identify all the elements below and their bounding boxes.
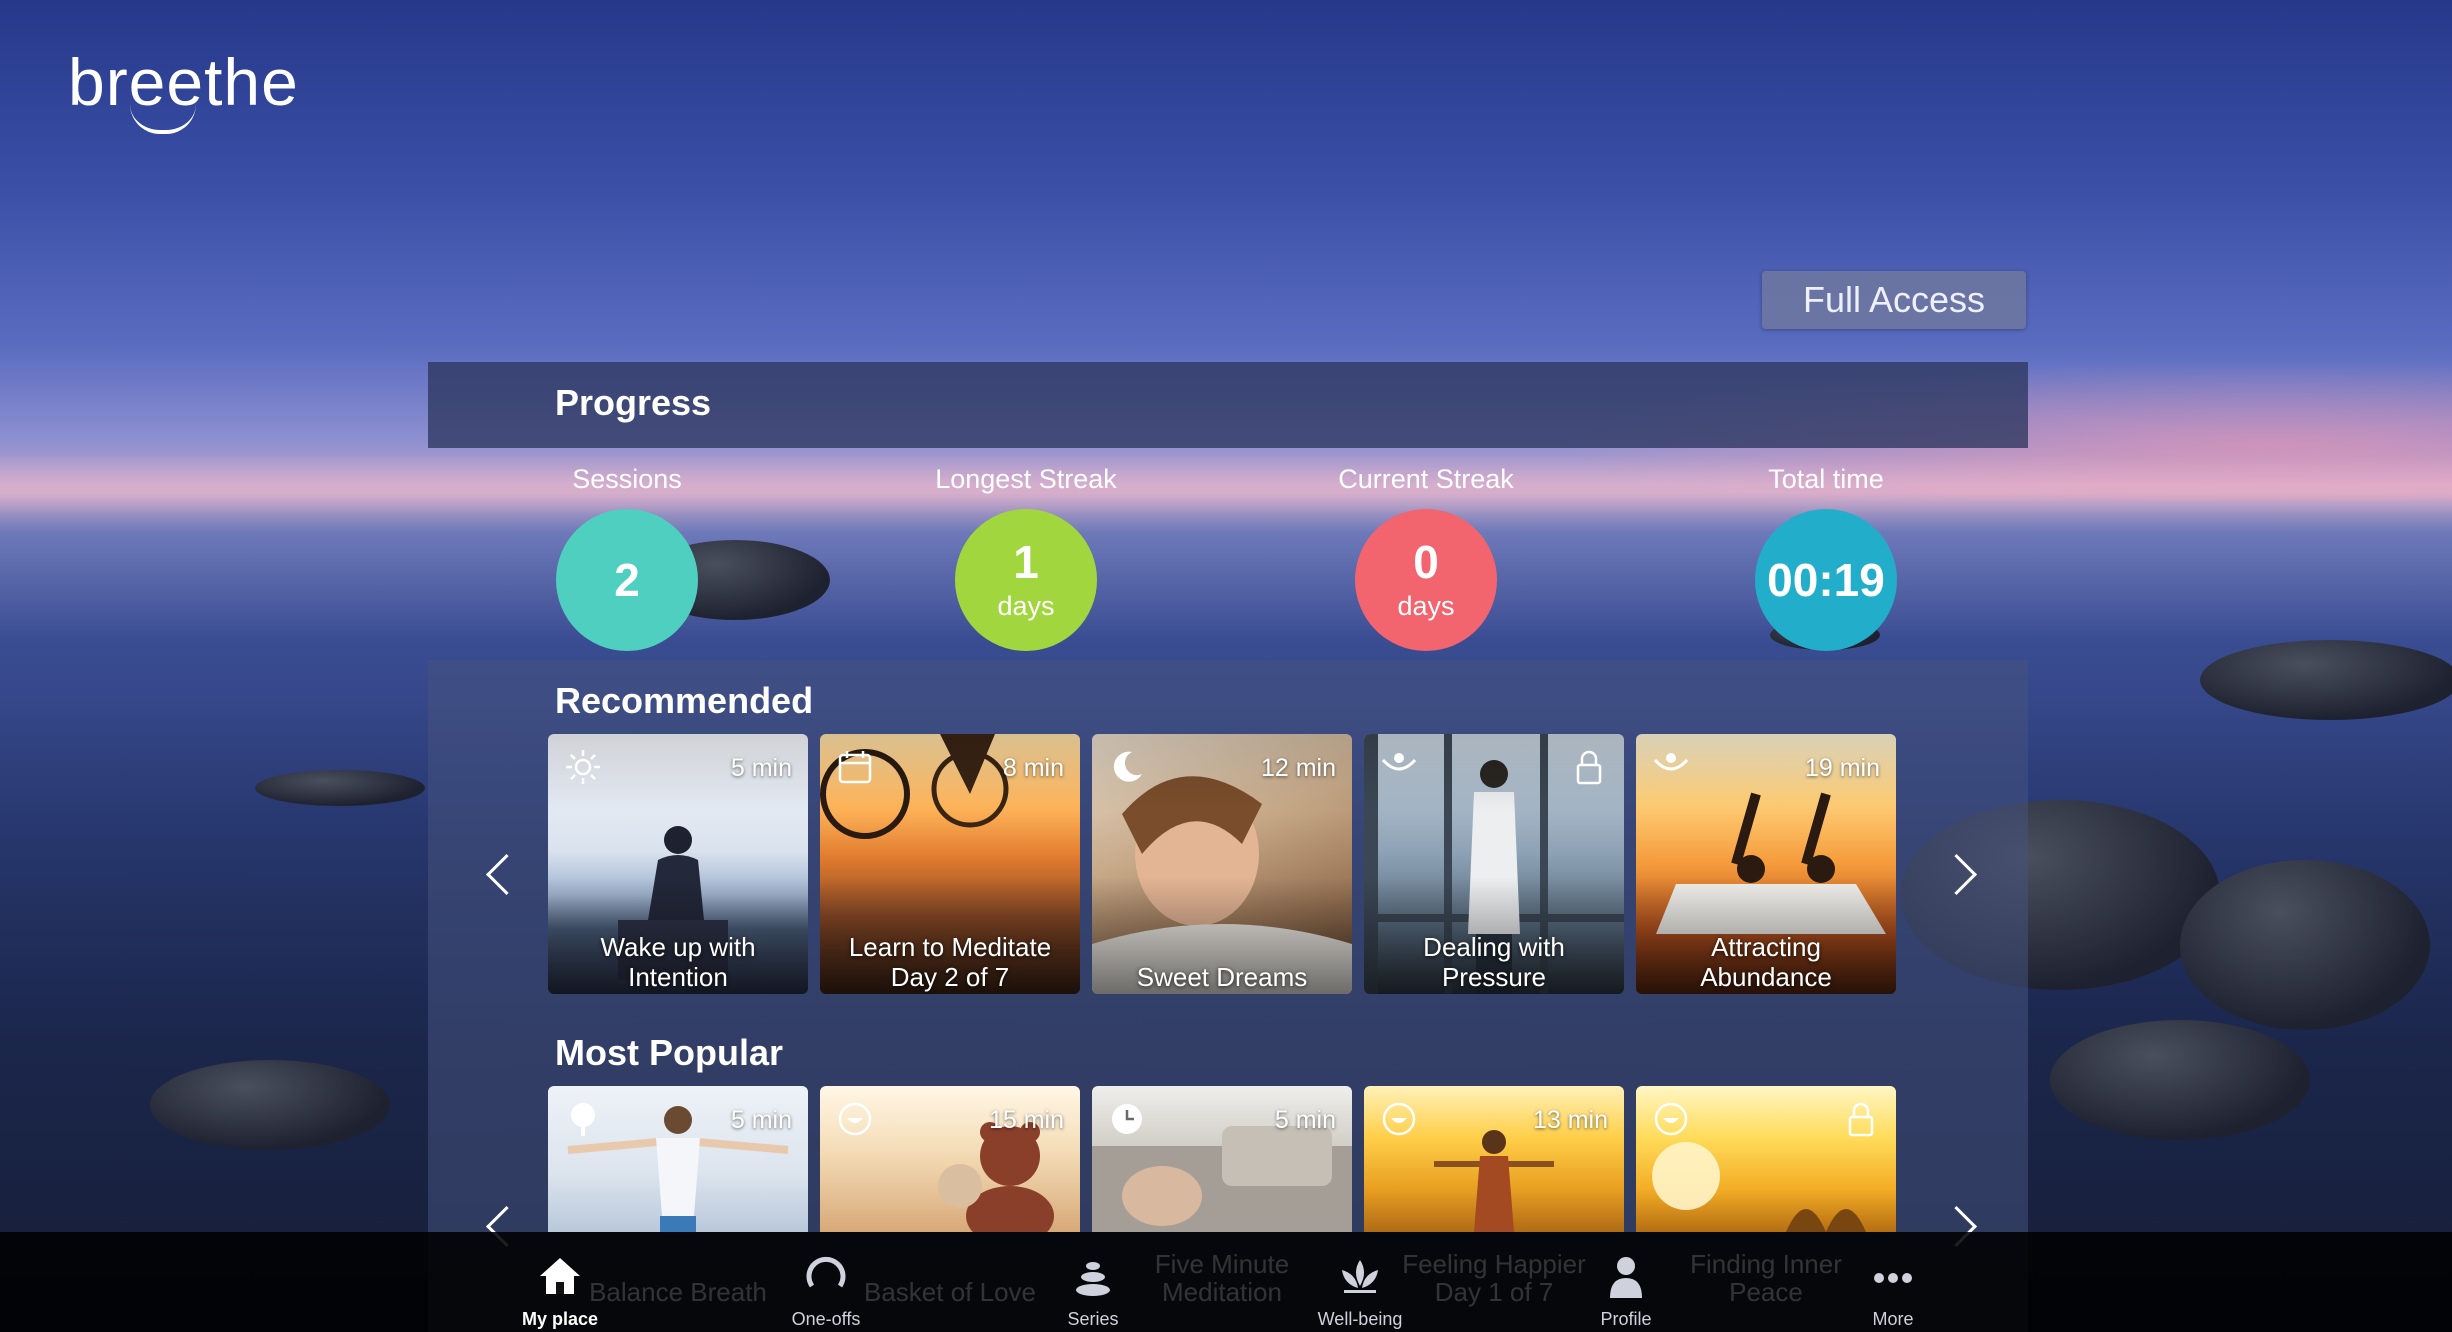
card-learn-to-meditate[interactable]: 8 min Learn to Meditate Day 2 of 7 (820, 734, 1080, 994)
nav-well-being[interactable]: Well-being (1290, 1252, 1430, 1330)
dots-icon (1874, 1273, 1912, 1283)
card-duration: 5 min (730, 754, 792, 782)
card-duration: 12 min (1260, 754, 1336, 782)
stat-value: 0 (1413, 535, 1439, 588)
rock (2200, 640, 2452, 720)
card-title: Learn to Meditate Day 2 of 7 (848, 932, 1052, 992)
card-title: Sweet Dreams (1136, 962, 1308, 992)
nav-series[interactable]: Series (1023, 1252, 1163, 1330)
full-access-button[interactable]: Full Access (1762, 271, 2026, 329)
nav-label: Series (1067, 1309, 1119, 1329)
card-basket-of-love[interactable]: 15 min (820, 1086, 1080, 1232)
stat-label: Current Streak (1338, 464, 1514, 494)
stat-label: Total time (1768, 464, 1884, 494)
nav-label: More (1872, 1309, 1914, 1329)
nav-profile[interactable]: Profile (1556, 1252, 1696, 1330)
nav-more[interactable]: More (1823, 1252, 1963, 1330)
smile-icon (1654, 1102, 1688, 1136)
rock (150, 1060, 390, 1150)
stat-current-streak: Current Streak 0 days (1276, 464, 1576, 651)
horizon-glow (0, 455, 2452, 515)
card-title: Dealing with Pressure (1423, 932, 1565, 992)
rock (255, 770, 425, 806)
recommended-title: Recommended (555, 680, 814, 721)
card-duration: 5 min (730, 1106, 792, 1134)
home-icon (540, 1258, 580, 1294)
card-wake-up-with-intention[interactable]: 5 min Wake up with Intention (548, 734, 808, 994)
sun-icon (566, 750, 600, 784)
nav-one-offs[interactable]: One-offs (756, 1252, 896, 1330)
card-duration: 5 min (1274, 1106, 1336, 1134)
moon-icon (1113, 751, 1142, 782)
lock-icon (1576, 750, 1602, 785)
most-popular-title: Most Popular (555, 1032, 784, 1073)
smile-icon (1382, 1102, 1416, 1136)
card-duration: 19 min (1804, 754, 1880, 782)
stat-total-time: Total time 00:19 (1676, 464, 1976, 651)
person-icon (1610, 1257, 1642, 1298)
card-finding-inner-peace[interactable] (1636, 1086, 1896, 1232)
card-dealing-with-pressure[interactable]: Dealing with Pressure (1364, 734, 1624, 994)
card-five-minute-meditation[interactable]: 5 min (1092, 1086, 1352, 1232)
card-duration: 15 min (988, 1106, 1064, 1134)
raised-arms-icon (1653, 753, 1689, 771)
tree-icon (571, 1103, 595, 1136)
clock-icon (1112, 1104, 1142, 1134)
stat-circle: 2 (556, 509, 698, 651)
rock (2180, 860, 2430, 1030)
stat-value: 00:19 (1767, 554, 1885, 606)
stat-value: 2 (614, 554, 640, 606)
card-balance-breath[interactable]: 5 min (548, 1086, 808, 1232)
circle-icon (806, 1256, 846, 1288)
lotus-icon (1342, 1260, 1378, 1293)
card-title: Wake up with Intention (600, 932, 756, 992)
card-feeling-happier[interactable]: 13 min (1364, 1086, 1624, 1232)
lock-icon (1848, 1102, 1874, 1137)
stat-label: Longest Streak (935, 464, 1117, 494)
card-title: Attracting Abundance (1700, 932, 1832, 992)
calendar-icon (838, 751, 872, 784)
rock (2050, 1020, 2310, 1140)
progress-title: Progress (555, 382, 712, 423)
stones-icon (1076, 1262, 1110, 1296)
card-duration: 8 min (1002, 754, 1064, 782)
stat-sessions: Sessions 2 (477, 464, 777, 651)
smile-icon (838, 1102, 872, 1136)
bottom-nav: Balance Breath Basket of Love Five Minut… (0, 1232, 2452, 1332)
stat-circle: 0 days (1355, 509, 1497, 651)
stat-unit: days (1397, 590, 1455, 621)
card-duration: 13 min (1532, 1106, 1608, 1134)
stat-value: 1 (1013, 535, 1039, 588)
stat-circle: 1 days (955, 509, 1097, 651)
nav-label: My place (521, 1309, 599, 1329)
stat-label: Sessions (572, 464, 682, 494)
stat-circle: 00:19 (1755, 509, 1897, 651)
nav-my-place[interactable]: My place (490, 1252, 630, 1330)
nav-label: Well-being (1317, 1309, 1403, 1329)
card-attracting-abundance[interactable]: 19 min Attracting Abundance (1636, 734, 1896, 994)
nav-label: Profile (1600, 1309, 1652, 1329)
stat-longest-streak: Longest Streak 1 days (876, 464, 1176, 651)
nav-label: One-offs (791, 1309, 861, 1329)
stat-unit: days (997, 590, 1055, 621)
card-sweet-dreams[interactable]: 12 min Sweet Dreams (1092, 734, 1352, 994)
raised-arms-icon (1381, 753, 1417, 771)
